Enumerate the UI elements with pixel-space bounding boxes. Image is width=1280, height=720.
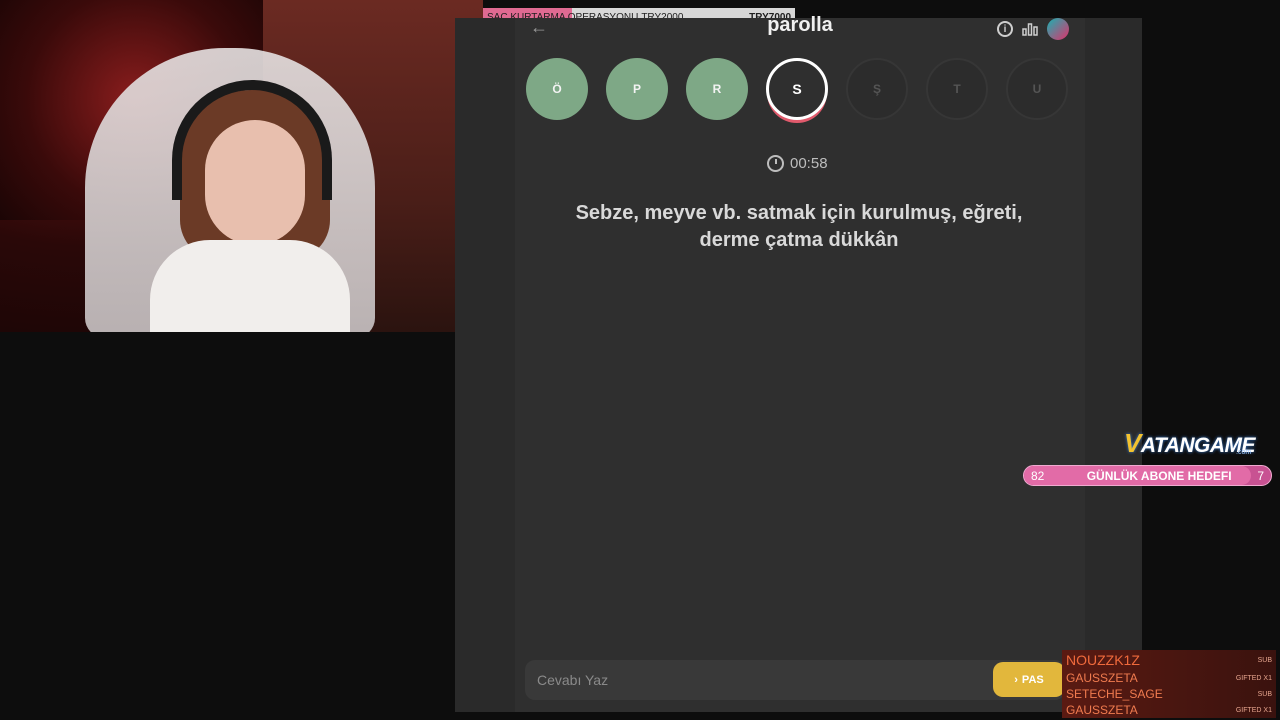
event-row: GAUSSZETA GIFTED X1: [1062, 702, 1276, 718]
event-username: GAUSSZETA: [1066, 671, 1138, 685]
info-icon[interactable]: i: [997, 21, 1013, 37]
sponsor-logo-initial: V: [1124, 428, 1141, 458]
stats-icon[interactable]: [1021, 20, 1039, 38]
clock-icon: [767, 155, 784, 172]
subscriber-goal-label: GÜNLÜK ABONE HEDEFI: [1086, 468, 1232, 483]
profile-avatar-icon[interactable]: [1047, 18, 1069, 40]
letter-circle-done: R: [686, 58, 748, 120]
game-panel: [515, 18, 1085, 712]
event-username: SETECHE_SAGE: [1066, 687, 1163, 701]
streamer-body: [150, 240, 350, 332]
event-username: GAUSSZETA: [1066, 703, 1138, 717]
pass-button[interactable]: › PAS: [993, 662, 1065, 697]
countdown-timer: 00:58: [767, 155, 828, 172]
event-tag: SUB: [1257, 690, 1272, 698]
answer-input[interactable]: [525, 671, 979, 689]
pass-button-label: PAS: [1021, 673, 1044, 686]
letter-circle-done: P: [606, 58, 668, 120]
chevron-right-icon: ›: [1014, 673, 1018, 686]
timer-value: 00:58: [790, 155, 828, 172]
event-username: NOUZZK1Z: [1066, 652, 1140, 668]
back-arrow-icon[interactable]: ←: [530, 17, 548, 38]
letter-circle-pending: Ş: [846, 58, 908, 120]
event-tag: GIFTED X1: [1235, 674, 1272, 682]
question-text: Sebze, meyve vb. satmak için kurulmuş, e…: [575, 202, 1023, 251]
webcam-feed: [0, 0, 483, 332]
event-row: NOUZZK1Z SUB: [1062, 650, 1276, 670]
subscriber-goal-remaining: 7: [1257, 468, 1264, 483]
event-row: GAUSSZETA GIFTED X1: [1062, 670, 1276, 686]
letter-circle-pending: U: [1006, 58, 1068, 120]
event-tag: GIFTED X1: [1235, 706, 1272, 714]
subscriber-goal-bar: 82 GÜNLÜK ABONE HEDEFI 7: [1023, 465, 1272, 486]
subscriber-goal-current: 82: [1031, 468, 1045, 483]
letter-circle-pending: T: [926, 58, 988, 120]
answer-bar: [525, 660, 1065, 700]
stream-layout: SAÇ KURTARMA OPERASYONU TRY2000 TRY7000 …: [0, 0, 1280, 720]
header-icons: i: [997, 18, 1069, 40]
letter-progress-row: ÖPRSŞTU: [526, 58, 1068, 120]
event-tag: SUB: [1257, 656, 1272, 664]
letter-circle-current: S: [766, 58, 828, 120]
game-title: parolla: [767, 14, 833, 36]
event-row: SETECHE_SAGE SUB: [1062, 686, 1276, 702]
recent-events-list: NOUZZK1Z SUB GAUSSZETA GIFTED X1 SETECHE_SAG…: [1062, 650, 1276, 718]
sponsor-logo-suffix: .com: [1236, 449, 1252, 456]
letter-circle-done: Ö: [526, 58, 588, 120]
